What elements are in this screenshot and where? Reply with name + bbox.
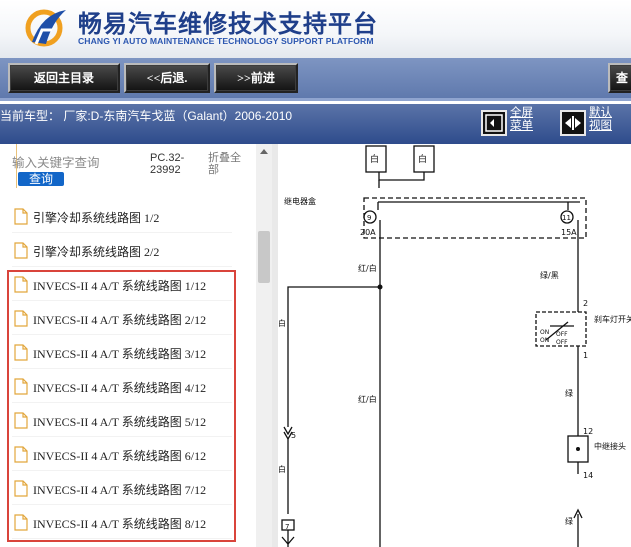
document-icon xyxy=(14,412,28,429)
search-button[interactable]: 查询 xyxy=(18,172,64,186)
fuse-number: 11 xyxy=(562,214,571,222)
list-item-label: INVECS-II 4 A/T 系统线路图 3/12 xyxy=(33,347,207,361)
list-item[interactable]: INVECS-II 4 A/T 系统线路图 4/12 xyxy=(12,373,232,403)
fuse-rating: 20A xyxy=(360,228,376,237)
connector-label: 中继接头（ xyxy=(594,441,631,451)
list-item[interactable]: 引擎冷却系统线路图 2/2 xyxy=(12,237,232,267)
pin-number: 7 xyxy=(285,523,289,531)
document-icon xyxy=(14,378,28,395)
diagram-label: 白 xyxy=(370,153,379,165)
tree-scrollbar[interactable] xyxy=(256,144,272,547)
switch-state: OFF xyxy=(556,331,568,338)
list-item-label: INVECS-II 4 A/T 系统线路图 5/12 xyxy=(33,415,207,429)
document-icon xyxy=(14,344,28,361)
forward-button[interactable]: >>前进 xyxy=(214,63,298,93)
wiring-diagram: 白 白 继电器盒 9 11 20A 15A 红/白 绿/黑 2 刹车灯开关 ON… xyxy=(278,145,631,547)
list-item-label: INVECS-II 4 A/T 系统线路图 2/12 xyxy=(33,313,207,327)
brand-title-cn: 畅易汽车维修技术支持平台 xyxy=(78,10,378,38)
wire-color-label: 白 xyxy=(278,464,286,474)
document-icon xyxy=(14,276,28,293)
wire-color-label: 绿 xyxy=(565,389,573,398)
list-item[interactable]: INVECS-II 4 A/T 系统线路图 2/12 xyxy=(12,305,232,335)
switch-label: 刹车灯开关 xyxy=(594,314,631,324)
toolbar: 返回主目录 <<后退. >>前进 查 xyxy=(0,58,631,101)
query-button-partial[interactable]: 查 xyxy=(608,63,631,93)
relay-box-label: 继电器盒 xyxy=(284,196,316,206)
document-icon xyxy=(14,480,28,497)
app-header: 畅易汽车维修技术支持平台 CHANG YI AUTO MAINTENANCE T… xyxy=(0,0,631,58)
list-item[interactable]: INVECS-II 4 A/T 系统线路图 6/12 xyxy=(12,441,232,471)
home-button[interactable]: 返回主目录 xyxy=(8,63,120,93)
list-item-label: INVECS-II 4 A/T 系统线路图 7/12 xyxy=(33,483,207,497)
list-item[interactable]: INVECS-II 4 A/T 系统线路图 8/12 xyxy=(12,509,232,539)
default-view-label-1: 默认 xyxy=(589,107,612,119)
pc-number: PC.32-23992 xyxy=(150,152,185,176)
wire-color-label: 红/白 xyxy=(358,394,377,404)
list-item[interactable]: INVECS-II 4 A/T 系统线路图 7/12 xyxy=(12,475,232,505)
list-item[interactable]: 引擎冷却系统线路图 1/2 xyxy=(12,203,232,233)
scrollbar-thumb[interactable] xyxy=(258,231,270,283)
list-item-label: INVECS-II 4 A/T 系统线路图 6/12 xyxy=(33,449,207,463)
list-item[interactable]: INVECS-II 4 A/T 系统线路图 1/12 xyxy=(12,271,232,301)
wiring-diagram-viewer: 白 白 继电器盒 9 11 20A 15A 红/白 绿/黑 2 刹车灯开关 ON… xyxy=(278,144,631,547)
list-item-label: 引擎冷却系统线路图 1/2 xyxy=(33,211,160,225)
fullscreen-label-1: 全屏 xyxy=(510,107,533,119)
default-view-icon xyxy=(565,116,581,130)
fuse-number: 9 xyxy=(367,214,371,222)
switch-state: ON xyxy=(540,329,549,336)
document-tree-panel: 输入关键字查询 查询 PC.32-23992 折叠全部 引擎冷却系统线路图 1/… xyxy=(0,144,256,547)
switch-state: OFF xyxy=(556,339,568,346)
pin-number: 12 xyxy=(583,427,593,436)
list-item-label: 引擎冷却系统线路图 2/2 xyxy=(33,245,160,259)
wire-color-label: 绿 xyxy=(565,517,573,526)
document-icon xyxy=(14,208,28,225)
current-model-text: 当前车型： 厂家:D-东南汽车戈蓝（Galant）2006-2010 xyxy=(0,109,293,123)
back-button[interactable]: <<后退. xyxy=(124,63,210,93)
vehicle-info-bar: 当前车型： 厂家:D-东南汽车戈蓝（Galant）2006-2010 全屏 菜单… xyxy=(0,104,631,144)
pin-number: 1 xyxy=(583,351,588,360)
list-item-label: INVECS-II 4 A/T 系统线路图 8/12 xyxy=(33,517,207,531)
default-view-button[interactable]: 默认 视图 xyxy=(560,107,620,138)
list-item[interactable]: INVECS-II 4 A/T 系统线路图 3/12 xyxy=(12,339,232,369)
pin-number: 5 xyxy=(291,431,296,440)
list-item-label: INVECS-II 4 A/T 系统线路图 4/12 xyxy=(33,381,207,395)
pin-number: 2 xyxy=(583,299,588,308)
wire-color-label: 白 xyxy=(278,318,286,328)
document-icon xyxy=(14,446,28,463)
list-item[interactable]: INVECS-II 4 A/T 系统线路图 5/12 xyxy=(12,407,232,437)
search-input[interactable]: 输入关键字查询 xyxy=(12,152,140,172)
fullscreen-label-2: 菜单 xyxy=(510,120,533,132)
fuse-rating: 15A xyxy=(561,228,577,237)
wire-color-label: 红/白 xyxy=(358,263,377,273)
fullscreen-menu-button[interactable]: 全屏 菜单 xyxy=(481,107,541,138)
collapse-all-button[interactable]: 折叠全部 xyxy=(208,152,248,176)
fullscreen-icon xyxy=(485,114,503,132)
default-view-label-2: 视图 xyxy=(589,120,612,132)
diagram-label: 白 xyxy=(418,153,427,165)
switch-state: ON xyxy=(540,337,549,344)
list-item-label: INVECS-II 4 A/T 系统线路图 1/12 xyxy=(33,279,207,293)
scroll-up-arrow-icon[interactable] xyxy=(260,149,268,154)
document-icon xyxy=(14,242,28,259)
wire-color-label: 绿/黑 xyxy=(540,271,559,280)
brand-title-en: CHANG YI AUTO MAINTENANCE TECHNOLOGY SUP… xyxy=(78,36,374,46)
logo-icon xyxy=(25,9,66,47)
document-icon xyxy=(14,514,28,531)
pin-number: 14 xyxy=(583,471,593,480)
document-icon xyxy=(14,310,28,327)
